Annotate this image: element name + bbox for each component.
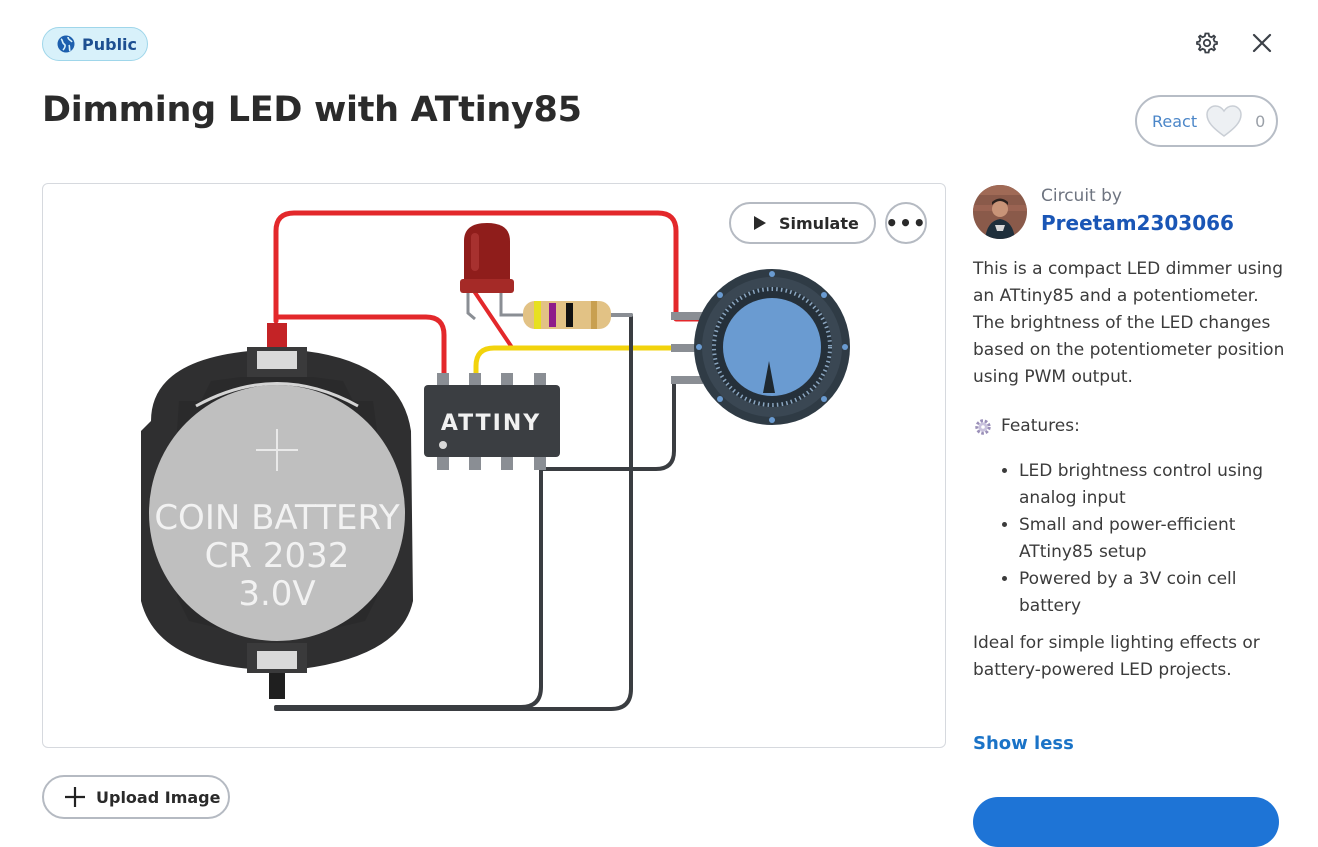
page-title: Dimming LED with ATtiny85 (42, 90, 582, 130)
settings-button[interactable] (1193, 29, 1221, 57)
coin-battery: COIN BATTERY CR 2032 3.0V (141, 323, 413, 699)
battery-text-1: COIN BATTERY (154, 498, 400, 538)
features-list: LED brightness control using analog inpu… (973, 458, 1288, 620)
plus-icon (65, 787, 85, 807)
list-item: LED brightness control using analog inpu… (1019, 458, 1288, 512)
more-options-button[interactable]: ••• (885, 202, 927, 244)
wire-black-pot (539, 379, 703, 471)
avatar[interactable] (973, 185, 1027, 239)
wire-red-led (472, 289, 513, 348)
features-heading-text: Features: (1001, 416, 1080, 436)
visibility-badge: Public (42, 27, 148, 61)
simulate-button[interactable]: Simulate (729, 202, 876, 244)
upload-label: Upload Image (96, 787, 221, 807)
gear-icon (1196, 32, 1218, 54)
gear-emoji-icon (975, 418, 991, 435)
visibility-label: Public (82, 34, 138, 54)
list-item: Small and power-efficient ATtiny85 setup (1019, 512, 1288, 566)
chip-label: ATTINY (441, 411, 541, 436)
circuit-canvas[interactable]: ATTINY COIN BATTERY CR 2032 3.0V (42, 183, 946, 748)
avatar-image (973, 185, 1027, 239)
closing-text: Ideal for simple lighting effects or bat… (973, 633, 1260, 680)
circuit-diagram: ATTINY COIN BATTERY CR 2032 3.0V (141, 210, 850, 711)
potentiometer (671, 269, 850, 425)
battery-text-2: CR 2032 (205, 536, 350, 576)
react-count: 0 (1255, 111, 1266, 131)
battery-text-3: 3.0V (238, 574, 315, 614)
byline: Circuit by (1041, 186, 1122, 206)
author-link[interactable]: Preetam2303066 (1041, 211, 1234, 235)
close-button[interactable] (1248, 29, 1276, 57)
description-text: This is a compact LED dimmer using an AT… (973, 259, 1285, 387)
list-item: Powered by a 3V coin cell battery (1019, 566, 1288, 620)
react-button[interactable]: React 0 (1135, 95, 1278, 147)
primary-action-button[interactable] (973, 797, 1279, 847)
react-label: React (1152, 111, 1198, 131)
heart-icon (1206, 105, 1242, 137)
led (460, 223, 519, 321)
show-less-link[interactable]: Show less (973, 733, 1074, 754)
globe-icon (57, 35, 75, 53)
close-icon (1252, 33, 1272, 53)
more-options-icon: ••• (885, 211, 927, 235)
features-heading: Features: (973, 413, 1288, 440)
resistor (519, 301, 613, 329)
attiny-chip: ATTINY (424, 373, 560, 470)
upload-image-button[interactable]: Upload Image (42, 775, 230, 819)
simulate-label: Simulate (779, 213, 859, 233)
circuit-description: This is a compact LED dimmer using an AT… (973, 256, 1288, 684)
play-icon (754, 216, 766, 230)
